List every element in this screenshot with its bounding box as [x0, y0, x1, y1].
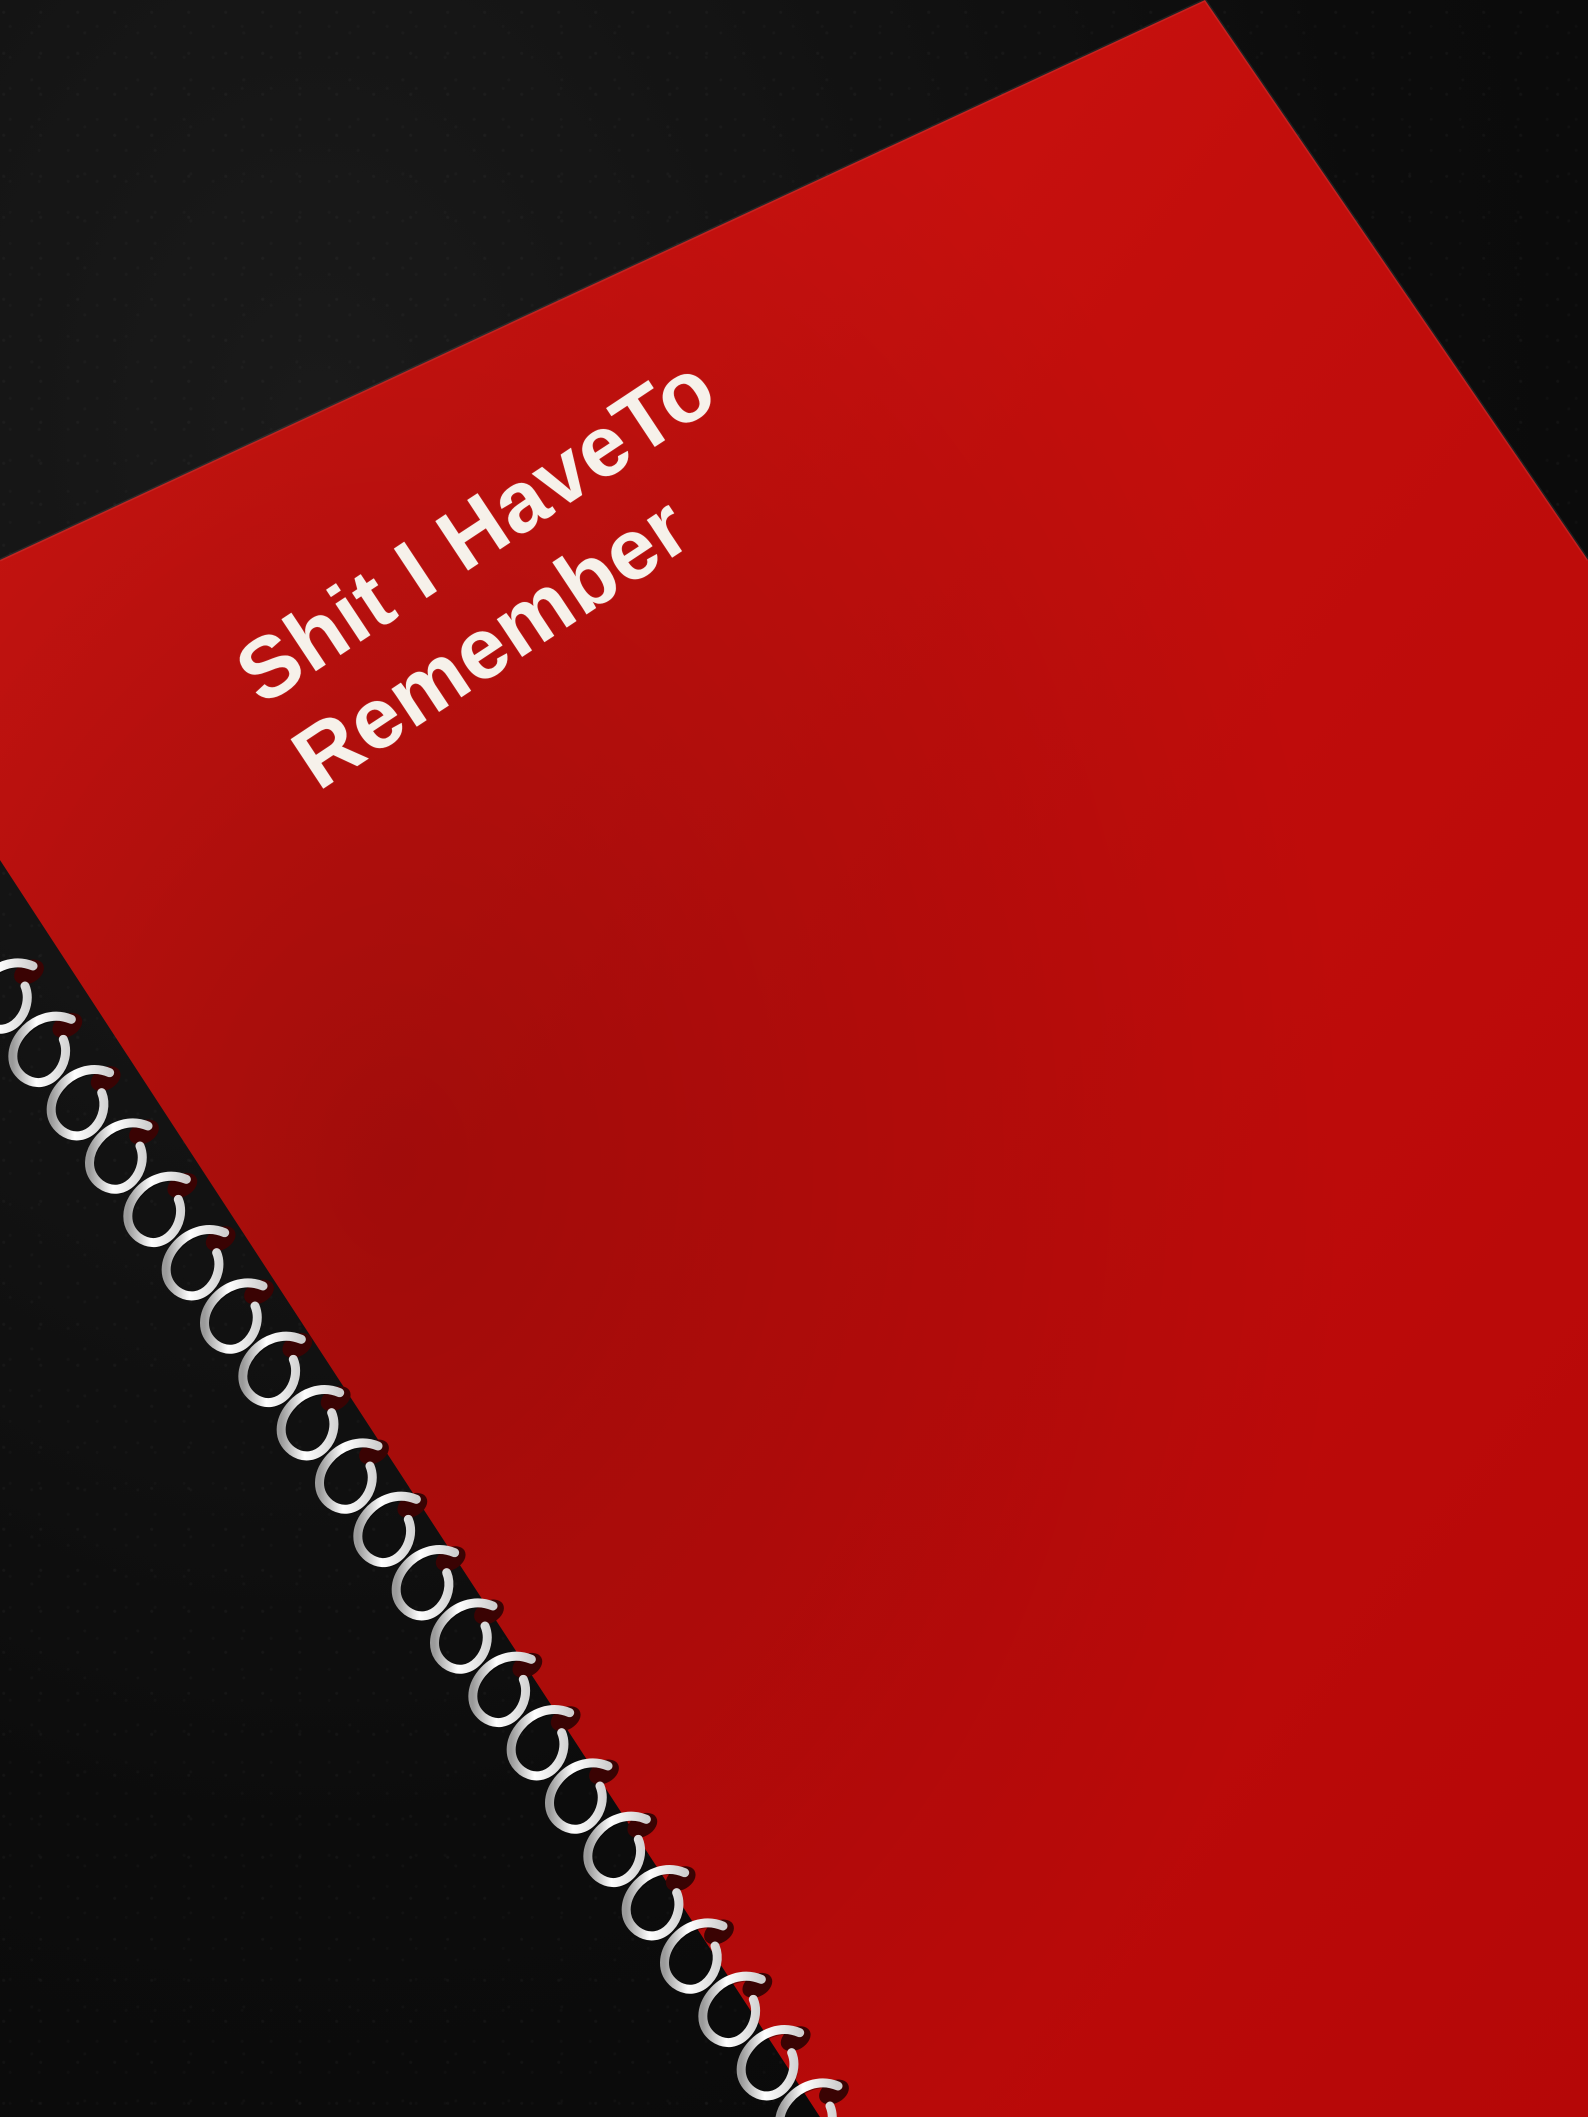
notebook-illustration — [0, 0, 1588, 2117]
cover-shadow — [0, 0, 1588, 2117]
photo-scene: Shit I HaveTo Remember — [0, 0, 1588, 2117]
